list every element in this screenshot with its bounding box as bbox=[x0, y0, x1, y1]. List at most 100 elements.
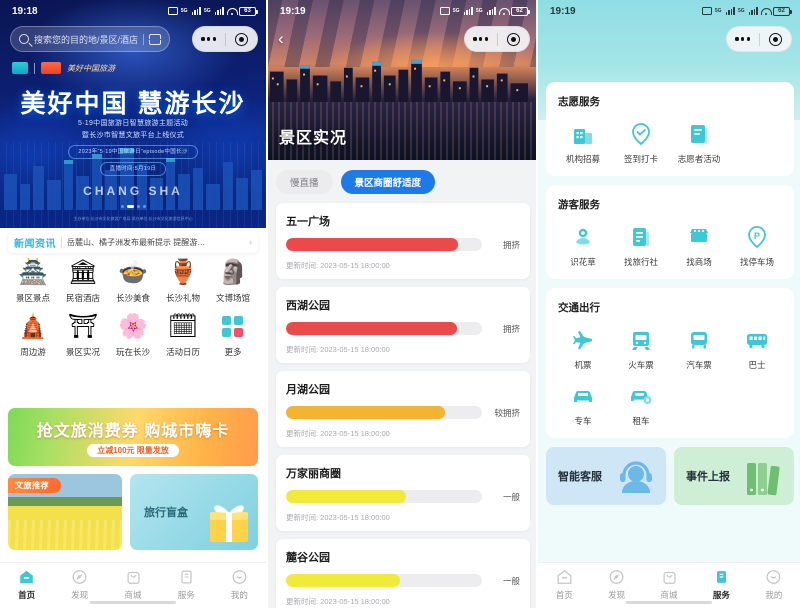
service-bus[interactable]: 巴士 bbox=[728, 327, 786, 371]
tab-home[interactable]: 首页 bbox=[0, 568, 53, 601]
more-dots-icon[interactable] bbox=[727, 37, 759, 41]
quick-entry-live[interactable]: ⛩ 景区实况 bbox=[58, 312, 108, 358]
tab-discover[interactable]: 发现 bbox=[53, 568, 106, 601]
crowding-row: 一般 bbox=[286, 574, 520, 587]
battery-icon: 62 bbox=[773, 6, 792, 16]
hero-banner[interactable]: 19:18 5G 5G 63 搜索您的目的地/景区/酒店 美好中国旅游 美好中国… bbox=[0, 0, 266, 228]
quick-entry-scenic[interactable]: 🏯 景区景点 bbox=[8, 258, 58, 304]
promo-banner[interactable]: 抢文旅消费券 购城市嗨卡 立减100元 限量发放 bbox=[8, 408, 258, 466]
network-type-label-2: 5G bbox=[475, 8, 483, 14]
update-time: 更新时间: 2023-05-15 18:00:00 bbox=[286, 513, 390, 522]
list-item[interactable]: 万家丽商圈 一般 更新时间: 2023-05-15 18:00:00 bbox=[276, 455, 530, 531]
smart-customer-service-card[interactable]: 智能客服 bbox=[546, 447, 666, 505]
carousel-dots[interactable] bbox=[0, 205, 266, 208]
section-items: 机票 火车票 汽车票 巴士 专车 租车 bbox=[554, 327, 786, 427]
gift-craft-icon: 🏺 bbox=[168, 259, 198, 286]
chevron-left-icon[interactable]: ‹ bbox=[278, 30, 284, 47]
crowding-status: 一般 bbox=[502, 575, 520, 586]
service-find-parking[interactable]: P 找停车场 bbox=[728, 224, 786, 268]
tab-mine[interactable]: 我的 bbox=[213, 568, 266, 601]
service-label: 汽车票 bbox=[686, 360, 712, 370]
live-page-title: 景区实况 bbox=[279, 130, 348, 147]
screenshot-icon bbox=[167, 7, 178, 15]
service-identify-plant[interactable]: 识花草 bbox=[554, 224, 612, 268]
quick-entry-calendar[interactable]: 🗓 活动日历 bbox=[158, 312, 208, 358]
bookmark-icon bbox=[181, 570, 192, 584]
home-icon bbox=[557, 569, 572, 584]
hero-subtitle: 5·19中国旅游日智慧旅游主题活动 暨长沙市智慧文旅平台上线仪式 2023年“5… bbox=[0, 118, 266, 177]
check-pin-icon bbox=[628, 121, 654, 147]
services-content: 志愿服务 机构招募 签到打卡 志愿者活动 游客服务 识花草 找旅行社 找商场 P… bbox=[538, 0, 800, 608]
tab-mine[interactable]: 我的 bbox=[748, 568, 800, 601]
service-volunteer-activity[interactable]: 志愿者活动 bbox=[670, 121, 728, 165]
list-item[interactable]: 月湖公园 较拥挤 更新时间: 2023-05-15 18:00:00 bbox=[276, 371, 530, 447]
network-type-label: 5G bbox=[452, 8, 460, 14]
miniprogram-capsule[interactable] bbox=[192, 26, 258, 52]
chevron-right-icon[interactable]: › bbox=[249, 237, 252, 247]
section-items: 机构招募 签到打卡 志愿者活动 bbox=[554, 121, 786, 165]
tab-mall[interactable]: 商城 bbox=[106, 568, 159, 601]
shop-bag-icon bbox=[126, 571, 140, 584]
target-circle-icon[interactable] bbox=[498, 32, 530, 46]
more-dots-icon[interactable] bbox=[193, 37, 225, 41]
news-tag-label: 新闻资讯 bbox=[14, 238, 56, 250]
tab-service[interactable]: 服务 bbox=[695, 568, 747, 601]
quick-entry-play[interactable]: 🌸 玩在长沙 bbox=[108, 312, 158, 358]
compass-icon bbox=[72, 570, 87, 584]
quick-entry-museum[interactable]: 🗿 文博场馆 bbox=[208, 258, 258, 304]
quick-entry-row-group: 🏯 景区景点 🏛 民宿酒店 🍲 长沙美食 🏺 长沙礼物 🗿 文博场馆 🛕 周边游… bbox=[8, 258, 258, 358]
service-flight[interactable]: 机票 bbox=[554, 327, 612, 371]
news-ticker[interactable]: 新闻资讯 岳麓山、橘子洲发布最新提示 提醒游… › bbox=[8, 231, 258, 253]
wifi-icon bbox=[227, 7, 238, 15]
service-find-mall[interactable]: 找商场 bbox=[670, 224, 728, 268]
shop-bag-icon bbox=[662, 571, 676, 584]
quick-entry-food[interactable]: 🍲 长沙美食 bbox=[108, 258, 158, 304]
quick-entry-hotel[interactable]: 🏛 民宿酒店 bbox=[58, 258, 108, 304]
section-volunteer: 志愿服务 机构招募 签到打卡 志愿者活动 bbox=[546, 82, 794, 176]
screenshot-icon bbox=[701, 7, 712, 15]
list-item[interactable]: 麓谷公园 一般 更新时间: 2023-05-15 18:00:00 bbox=[276, 539, 530, 608]
target-circle-icon[interactable] bbox=[226, 32, 258, 46]
list-item[interactable]: 五一广场 拥挤 更新时间: 2023-05-15 18:00:00 bbox=[276, 203, 530, 279]
tab-comfort-index[interactable]: 景区商圈舒适度 bbox=[340, 170, 436, 194]
culture-recommend-card[interactable]: 文旅推荐 bbox=[8, 474, 122, 550]
scan-code-icon[interactable] bbox=[149, 33, 161, 45]
tab-mall[interactable]: 商城 bbox=[643, 568, 695, 601]
battery-level: 62 bbox=[516, 8, 523, 14]
gift-box-icon bbox=[210, 505, 248, 542]
target-circle-icon[interactable] bbox=[760, 32, 792, 46]
service-coach[interactable]: 汽车票 bbox=[670, 327, 728, 371]
travel-blindbox-card[interactable]: 旅行盲盒 bbox=[130, 474, 258, 550]
more-dots-icon[interactable] bbox=[465, 37, 497, 41]
quick-entry-label: 活动日历 bbox=[165, 347, 200, 357]
service-recruit[interactable]: 机构招募 bbox=[554, 121, 612, 165]
pagoda-icon: 🛕 bbox=[18, 313, 48, 340]
coach-icon bbox=[686, 327, 712, 353]
search-input[interactable]: 搜索您的目的地/景区/酒店 bbox=[10, 26, 170, 52]
status-bar-services: 19:19 5G 5G 62 bbox=[538, 0, 800, 22]
quick-entry-around[interactable]: 🛕 周边游 bbox=[8, 312, 58, 358]
bookmark-icon bbox=[716, 571, 726, 583]
quick-entry-gift[interactable]: 🏺 长沙礼物 bbox=[158, 258, 208, 304]
service-checkin[interactable]: 签到打卡 bbox=[612, 121, 670, 165]
tab-label: 商城 bbox=[124, 590, 142, 600]
miniprogram-capsule[interactable] bbox=[726, 26, 792, 52]
taxi-icon bbox=[570, 383, 596, 409]
tab-discover[interactable]: 发现 bbox=[590, 568, 642, 601]
tab-service[interactable]: 服务 bbox=[160, 568, 213, 601]
service-train[interactable]: 火车票 bbox=[612, 327, 670, 371]
live-hero-image[interactable]: 19:19 5G 5G 62 ‹ 景区实况 bbox=[268, 0, 536, 160]
service-car-rental[interactable]: 租车 bbox=[612, 383, 670, 427]
battery-level: 63 bbox=[244, 8, 251, 14]
miniprogram-capsule[interactable] bbox=[464, 26, 530, 52]
tab-slow-live[interactable]: 慢直播 bbox=[276, 170, 333, 194]
quick-entry-more[interactable]: 更多 bbox=[208, 312, 258, 358]
service-private-car[interactable]: 专车 bbox=[554, 383, 612, 427]
list-item[interactable]: 西湖公园 拥挤 更新时间: 2023-05-15 18:00:00 bbox=[276, 287, 530, 363]
event-report-card[interactable]: 事件上报 bbox=[674, 447, 794, 505]
crowding-row: 拥挤 bbox=[286, 238, 520, 251]
service-label: 机票 bbox=[574, 360, 592, 370]
tab-home[interactable]: 首页 bbox=[538, 568, 590, 601]
service-label: 机构招募 bbox=[565, 154, 600, 164]
service-find-agency[interactable]: 找旅行社 bbox=[612, 224, 670, 268]
